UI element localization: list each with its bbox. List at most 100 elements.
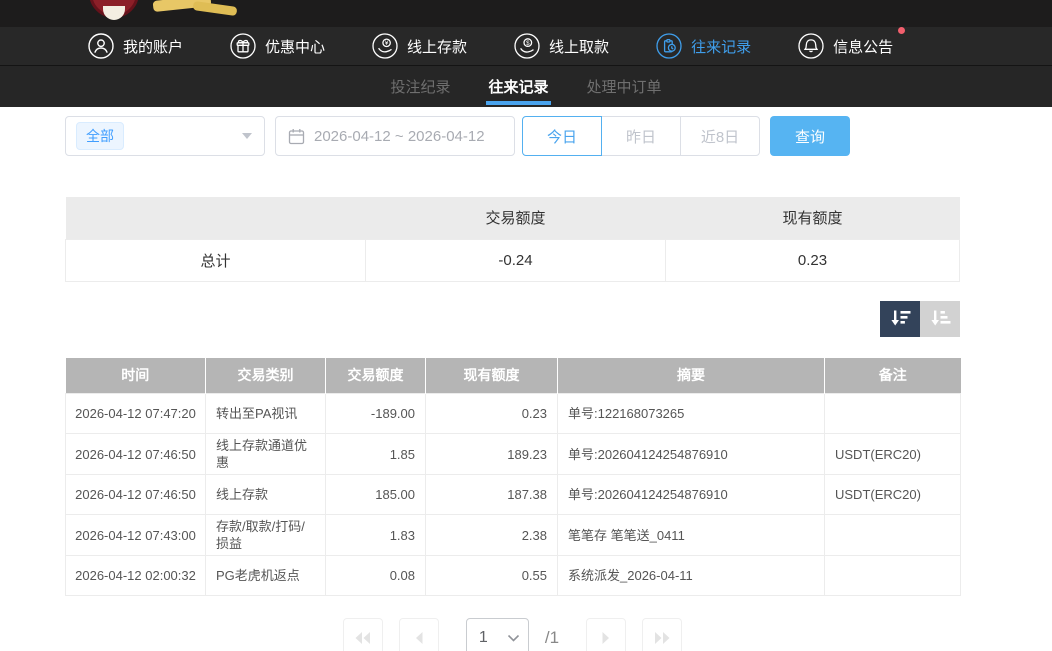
nav-label: 信息公告 <box>833 36 893 57</box>
summary-total-row: 总计 -0.24 0.23 <box>66 239 960 281</box>
svg-text:¥: ¥ <box>385 40 389 47</box>
cell-amount: 1.85 <box>326 434 426 475</box>
tab-betting-records[interactable]: 投注纪录 <box>388 66 452 107</box>
nav-label: 优惠中心 <box>265 36 325 57</box>
nav-label: 我的账户 <box>123 36 183 57</box>
search-button[interactable]: 查询 <box>770 116 850 156</box>
summary-total-label: 总计 <box>66 239 366 281</box>
cell-note <box>825 515 961 556</box>
records-header-row: 时间 交易类别 交易额度 现有额度 摘要 备注 <box>66 358 961 394</box>
today-button[interactable]: 今日 <box>522 116 602 156</box>
double-chevron-left-icon <box>353 630 373 646</box>
nav-item-transaction-records[interactable]: 往来记录 <box>656 33 751 59</box>
sub-nav: 投注纪录 往来记录 处理中订单 <box>0 65 1052 107</box>
current-page-value: 1 <box>479 629 488 647</box>
quick-date-group: 今日 昨日 近8日 <box>522 116 760 156</box>
table-row: 2026-04-12 07:46:50 线上存款 185.00 187.38 单… <box>66 475 961 515</box>
nav-item-my-account[interactable]: 我的账户 <box>88 33 183 59</box>
cell-type: 转出至PA视讯 <box>206 394 326 434</box>
cell-amount: 185.00 <box>326 475 426 515</box>
col-header-type: 交易类别 <box>206 358 326 394</box>
cell-balance: 187.38 <box>426 475 558 515</box>
nav-label: 线上取款 <box>549 36 609 57</box>
main-nav: 我的账户 优惠中心 ¥ 线上存款 $ 线上取款 <box>0 27 1052 65</box>
tab-transaction-records[interactable]: 往来记录 <box>486 66 550 107</box>
sort-ascending-icon <box>928 308 952 330</box>
nav-item-promo-center[interactable]: 优惠中心 <box>230 33 325 59</box>
sort-descending-button[interactable] <box>880 301 920 337</box>
summary-header-empty <box>66 197 366 239</box>
sort-ascending-button[interactable] <box>920 301 960 337</box>
total-pages-label: /1 <box>545 628 559 648</box>
nav-item-online-deposit[interactable]: ¥ 线上存款 <box>372 33 467 59</box>
calendar-icon <box>288 128 305 145</box>
next-page-button[interactable] <box>586 618 626 651</box>
double-chevron-right-icon <box>652 630 672 646</box>
cell-type: PG老虎机返点 <box>206 556 326 596</box>
cell-balance: 0.55 <box>426 556 558 596</box>
cell-summary: 笔笔存 笔笔送_0411 <box>558 515 825 556</box>
cell-balance: 2.38 <box>426 515 558 556</box>
main-content: 全部 2026-04-12 ~ 2026-04-12 今日 昨日 近8日 查询 … <box>0 116 960 651</box>
top-bar <box>0 0 1052 27</box>
active-tab-underline <box>486 101 550 105</box>
table-row: 2026-04-12 07:46:50 线上存款通道优惠 1.85 189.23… <box>66 434 961 475</box>
col-header-amount: 交易额度 <box>326 358 426 394</box>
cell-amount: 1.83 <box>326 515 426 556</box>
cell-time: 2026-04-12 07:46:50 <box>66 475 206 515</box>
selected-type-tag[interactable]: 全部 <box>76 122 124 150</box>
cell-note: USDT(ERC20) <box>825 475 961 515</box>
sort-controls <box>65 301 960 337</box>
records-table: 时间 交易类别 交易额度 现有额度 摘要 备注 2026-04-12 07:47… <box>65 358 961 597</box>
first-page-button[interactable] <box>343 618 383 651</box>
chevron-right-icon <box>599 630 613 646</box>
cell-amount: 0.08 <box>326 556 426 596</box>
cell-summary: 单号:202604124254876910 <box>558 475 825 515</box>
cell-time: 2026-04-12 07:43:00 <box>66 515 206 556</box>
pagination: 1 /1 <box>65 618 960 651</box>
cell-summary: 单号:122168073265 <box>558 394 825 434</box>
cell-time: 2026-04-12 07:47:20 <box>66 394 206 434</box>
svg-text:$: $ <box>526 40 530 47</box>
last-page-button[interactable] <box>642 618 682 651</box>
yesterday-button[interactable]: 昨日 <box>601 116 681 156</box>
nav-item-announcements[interactable]: 信息公告 <box>798 33 893 59</box>
summary-balance-total: 0.23 <box>666 239 960 281</box>
cell-type: 线上存款通道优惠 <box>206 434 326 475</box>
cell-time: 2026-04-12 07:46:50 <box>66 434 206 475</box>
col-header-balance: 现有额度 <box>426 358 558 394</box>
cell-balance: 0.23 <box>426 394 558 434</box>
chevron-down-icon <box>242 133 252 139</box>
cell-summary: 单号:202604124254876910 <box>558 434 825 475</box>
records-icon <box>656 33 682 59</box>
chevron-down-icon <box>507 634 520 642</box>
date-range-value: 2026-04-12 ~ 2026-04-12 <box>314 128 485 145</box>
withdraw-icon: $ <box>514 33 540 59</box>
last-8-days-button[interactable]: 近8日 <box>680 116 760 156</box>
filter-bar: 全部 2026-04-12 ~ 2026-04-12 今日 昨日 近8日 查询 <box>65 116 960 156</box>
type-select[interactable]: 全部 <box>65 116 265 156</box>
summary-header-balance: 现有额度 <box>666 197 960 239</box>
table-row: 2026-04-12 02:00:32 PG老虎机返点 0.08 0.55 系统… <box>66 556 961 596</box>
gift-icon <box>230 33 256 59</box>
table-row: 2026-04-12 07:47:20 转出至PA视讯 -189.00 0.23… <box>66 394 961 434</box>
col-header-time: 时间 <box>66 358 206 394</box>
user-icon <box>88 33 114 59</box>
summary-header-transaction: 交易额度 <box>366 197 666 239</box>
previous-page-button[interactable] <box>399 618 439 651</box>
nav-label: 线上存款 <box>407 36 467 57</box>
sort-descending-icon <box>888 308 912 330</box>
page-select[interactable]: 1 <box>466 618 529 651</box>
cell-balance: 189.23 <box>426 434 558 475</box>
date-range-input[interactable]: 2026-04-12 ~ 2026-04-12 <box>275 116 515 156</box>
cell-type: 存款/取款/打码/损益 <box>206 515 326 556</box>
cell-note: USDT(ERC20) <box>825 434 961 475</box>
tab-pending-orders[interactable]: 处理中订单 <box>585 66 664 107</box>
nav-item-online-withdrawal[interactable]: $ 线上取款 <box>514 33 609 59</box>
site-logo[interactable] <box>65 0 245 27</box>
deposit-icon: ¥ <box>372 33 398 59</box>
notification-dot-icon <box>898 27 905 34</box>
cell-note <box>825 394 961 434</box>
col-header-summary: 摘要 <box>558 358 825 394</box>
cell-note <box>825 556 961 596</box>
